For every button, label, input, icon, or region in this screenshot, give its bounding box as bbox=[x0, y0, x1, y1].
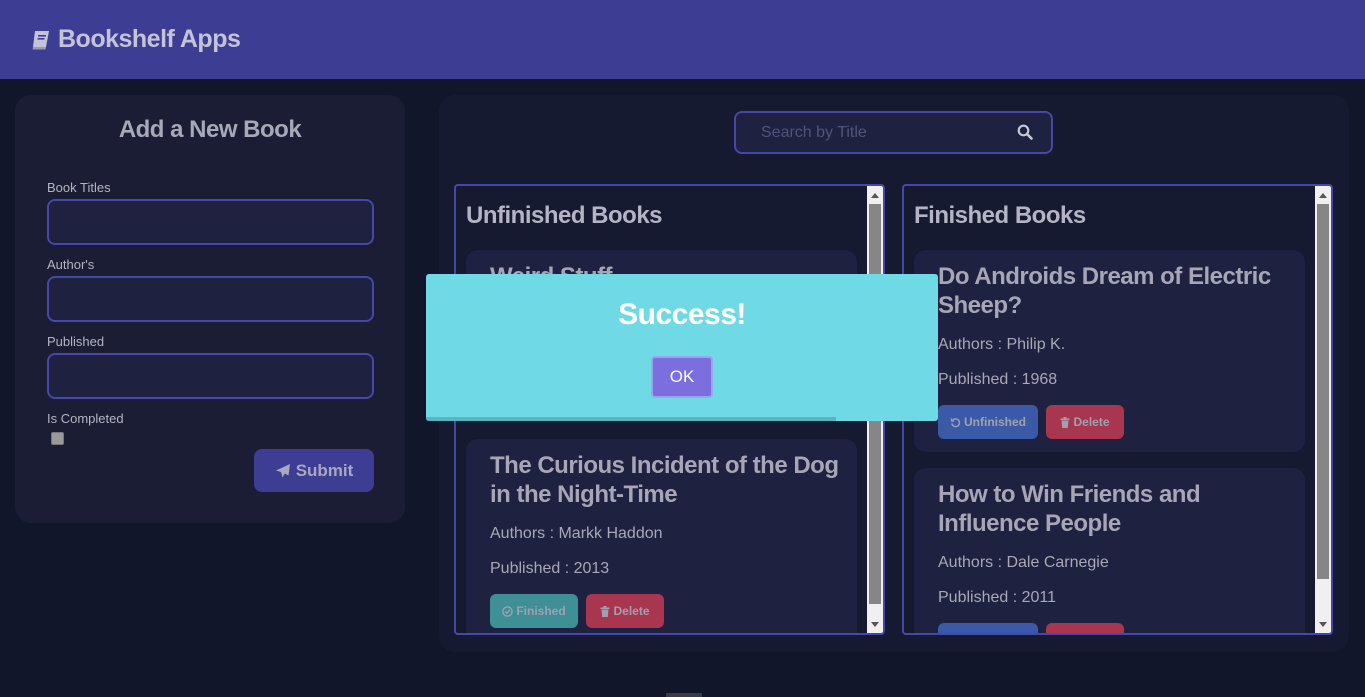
timer-progress-bar bbox=[426, 417, 836, 421]
modal-title: Success! bbox=[618, 298, 746, 331]
bottom-handle bbox=[666, 693, 702, 697]
success-modal: Success! OK bbox=[426, 274, 938, 421]
ok-button[interactable]: OK bbox=[651, 356, 713, 398]
